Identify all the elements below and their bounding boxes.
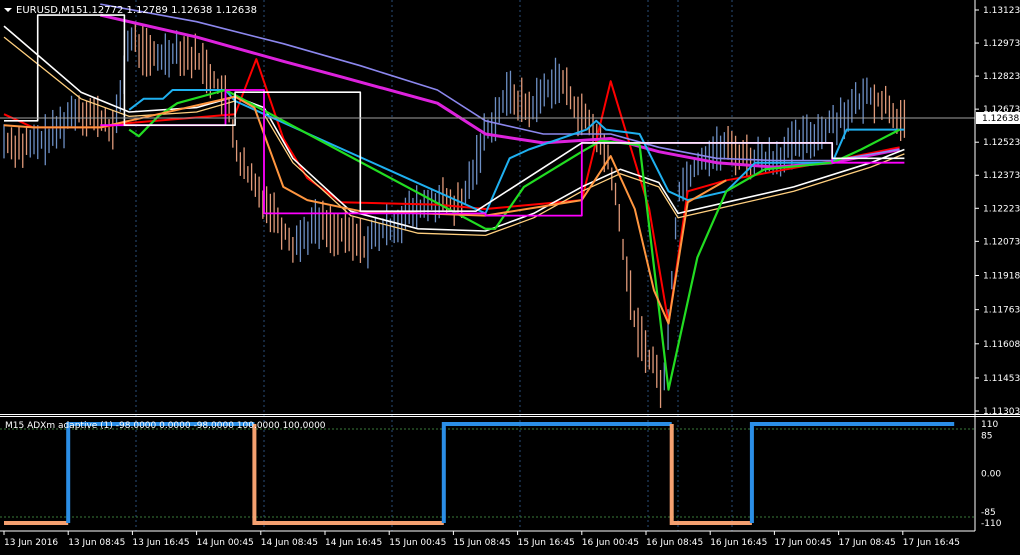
- time-tick-label: 14 Jun 00:45: [197, 538, 254, 548]
- price-tick-label: 1.12973: [983, 39, 1020, 49]
- indicator-label: M15 ADXm adaptive (1) -98.0000 0.0000 -9…: [5, 421, 326, 431]
- price-tick-label: 1.13123: [983, 6, 1020, 16]
- ohlc-values: 1.12772 1.12789 1.12638 1.12638: [82, 5, 257, 16]
- price-tick-label: 1.12373: [983, 171, 1020, 181]
- price-tick-label: 1.12823: [983, 72, 1020, 82]
- price-tick-label: 1.12073: [983, 237, 1020, 247]
- time-tick-label: 17 Jun 00:45: [774, 538, 831, 548]
- time-tick-label: 13 Jun 2016: [4, 538, 58, 548]
- price-tick-label: 1.11763: [983, 306, 1020, 316]
- time-tick-label: 14 Jun 16:45: [325, 538, 382, 548]
- time-tick-label: 15 Jun 08:45: [453, 538, 510, 548]
- time-tick-label: 15 Jun 00:45: [389, 538, 446, 548]
- indicator-tick-label: 110: [981, 420, 998, 430]
- price-tick-label: 1.11608: [983, 340, 1020, 350]
- indicator-tick-label: 0.00: [981, 470, 1001, 480]
- price-tick-label: 1.11453: [983, 374, 1020, 384]
- trading-terminal: EURUSD,M15 1.12772 1.12789 1.12638 1.126…: [0, 0, 1020, 551]
- price-tick-label: 1.12223: [983, 204, 1020, 214]
- chart-header: EURUSD,M15 1.12772 1.12789 1.12638 1.126…: [4, 5, 257, 16]
- time-tick-label: 13 Jun 16:45: [132, 538, 189, 548]
- price-tick-label: 1.11303: [983, 407, 1020, 417]
- time-tick-label: 14 Jun 08:45: [261, 538, 318, 548]
- price-tick-label: 1.12523: [983, 138, 1020, 148]
- chart-canvas[interactable]: EURUSD,M15 1.12772 1.12789 1.12638 1.126…: [0, 0, 1020, 551]
- current-price-label: 1.12638: [982, 114, 1019, 124]
- indicator-tick-label: -85: [981, 508, 996, 518]
- time-tick-label: 16 Jun 16:45: [710, 538, 767, 548]
- time-tick-label: 16 Jun 08:45: [646, 538, 703, 548]
- time-tick-label: 15 Jun 16:45: [518, 538, 575, 548]
- time-tick-label: 13 Jun 08:45: [68, 538, 125, 548]
- indicator-tick-label: -110: [981, 519, 1002, 529]
- time-tick-label: 16 Jun 00:45: [582, 538, 639, 548]
- time-tick-label: 17 Jun 16:45: [903, 538, 960, 548]
- indicator-tick-label: 85: [981, 431, 992, 441]
- symbol-label: EURUSD,M15: [16, 5, 82, 16]
- price-tick-label: 1.11918: [983, 271, 1020, 281]
- time-tick-label: 17 Jun 08:45: [839, 538, 896, 548]
